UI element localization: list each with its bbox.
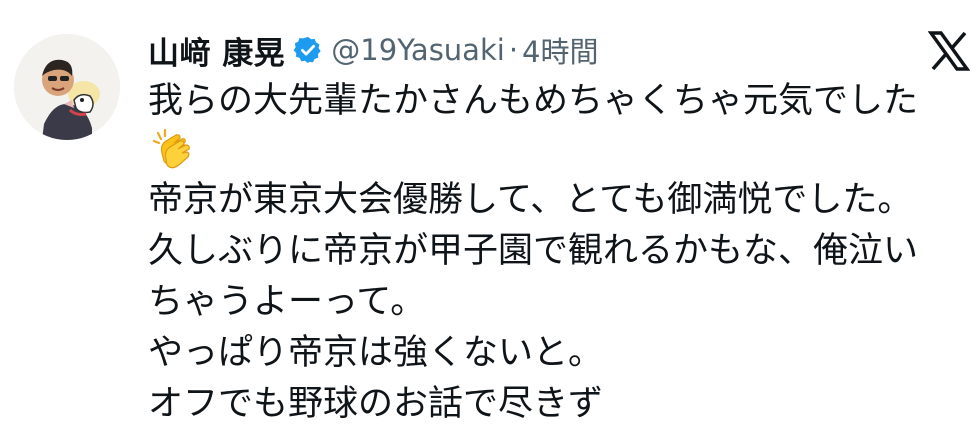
post-text-line: やっぱり帝京は強くないと。 [148, 333, 604, 373]
post-header: 山﨑 康晃 @19Yasuaki · 4時間 [148, 26, 598, 74]
post-body: 我らの大先輩たかさんもめちゃくちゃ元気でした 帝京が東京大会優勝して、とても御満… [148, 76, 968, 430]
x-logo-icon[interactable] [927, 31, 971, 71]
post-text-line: ちゃうよーって。 [148, 282, 426, 322]
post-text-line: 久しぶりに帝京が甲子園で観れるかもな、俺泣い [148, 231, 919, 271]
display-name[interactable]: 山﨑 康晃 [148, 28, 285, 73]
verified-badge-icon [293, 35, 323, 65]
avatar-illustration [14, 34, 120, 140]
clapping-hands-icon [152, 128, 192, 173]
separator-dot: · [508, 33, 519, 67]
author-handle[interactable]: @19Yasuaki [331, 33, 505, 67]
post-timestamp[interactable]: 4時間 [522, 29, 598, 71]
post-text-line: オフでも野球のお話で尽きず [148, 384, 604, 424]
post-text-line: 我らの大先輩たかさんもめちゃくちゃ元気でした [148, 81, 919, 121]
post-text-line: 帝京が東京大会優勝して、とても御満悦でした。 [148, 180, 913, 220]
avatar[interactable] [14, 34, 120, 140]
